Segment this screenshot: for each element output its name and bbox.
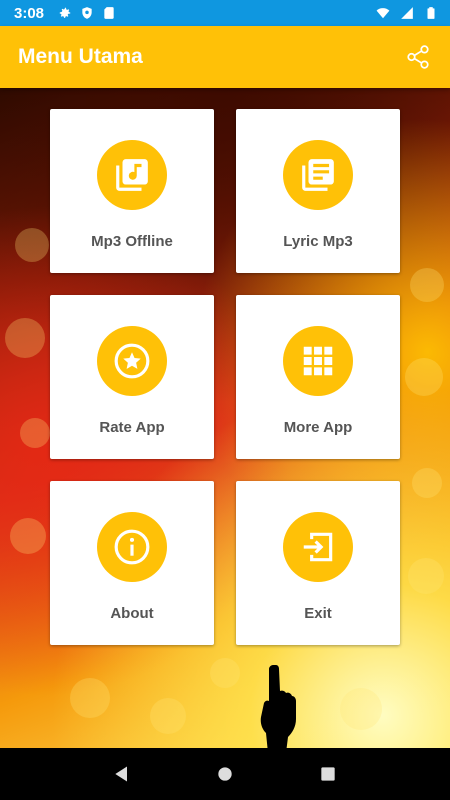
battery-icon <box>424 6 438 20</box>
menu-tile-about[interactable]: About <box>50 481 214 645</box>
tile-icon-circle <box>283 512 353 582</box>
status-system-icons <box>376 6 438 20</box>
wifi-icon <box>376 6 390 20</box>
tile-icon-circle <box>97 326 167 396</box>
tile-label: Lyric Mp3 <box>283 233 353 250</box>
signal-icon <box>400 6 414 20</box>
menu-tile-exit[interactable]: Exit <box>236 481 400 645</box>
settings-icon <box>58 6 72 20</box>
apps-grid-icon <box>303 346 333 376</box>
menu-tile-lyric-mp3[interactable]: Lyric Mp3 <box>236 109 400 273</box>
exit-icon <box>303 532 333 562</box>
status-notification-icons <box>58 6 116 20</box>
tile-icon-circle <box>283 326 353 396</box>
nav-back-button[interactable] <box>110 762 134 786</box>
menu-background: Mp3 Offline Lyric Mp3 Rate App More App … <box>0 88 450 748</box>
sd-card-icon <box>102 6 116 20</box>
tile-label: More App <box>283 419 353 436</box>
nav-home-button[interactable] <box>213 762 237 786</box>
music-library-icon <box>116 159 148 191</box>
menu-tile-rate-app[interactable]: Rate App <box>50 295 214 459</box>
status-bar: 3:08 <box>0 0 450 26</box>
shield-icon <box>80 6 94 20</box>
share-button[interactable] <box>404 43 432 71</box>
tile-icon-circle <box>283 140 353 210</box>
status-time: 3:08 <box>14 4 45 22</box>
navigation-bar <box>0 748 450 800</box>
share-icon <box>407 45 429 69</box>
back-icon <box>114 766 127 782</box>
page-title: Menu Utama <box>18 45 143 68</box>
star-icon <box>114 343 150 379</box>
tile-label: Rate App <box>99 419 165 436</box>
home-icon <box>218 767 232 781</box>
info-icon <box>114 529 150 565</box>
tile-label: Mp3 Offline <box>91 233 173 250</box>
tile-label: About <box>110 605 154 622</box>
app-bar: Menu Utama <box>0 26 450 88</box>
raised-hand-silhouette <box>260 665 296 748</box>
tile-label: Exit <box>304 605 332 622</box>
menu-tile-more-app[interactable]: More App <box>236 295 400 459</box>
lyrics-list-icon <box>302 159 334 191</box>
nav-recents-button[interactable] <box>316 762 340 786</box>
tile-icon-circle <box>97 512 167 582</box>
recents-icon <box>321 767 335 781</box>
menu-tile-mp3-offline[interactable]: Mp3 Offline <box>50 109 214 273</box>
tile-icon-circle <box>97 140 167 210</box>
